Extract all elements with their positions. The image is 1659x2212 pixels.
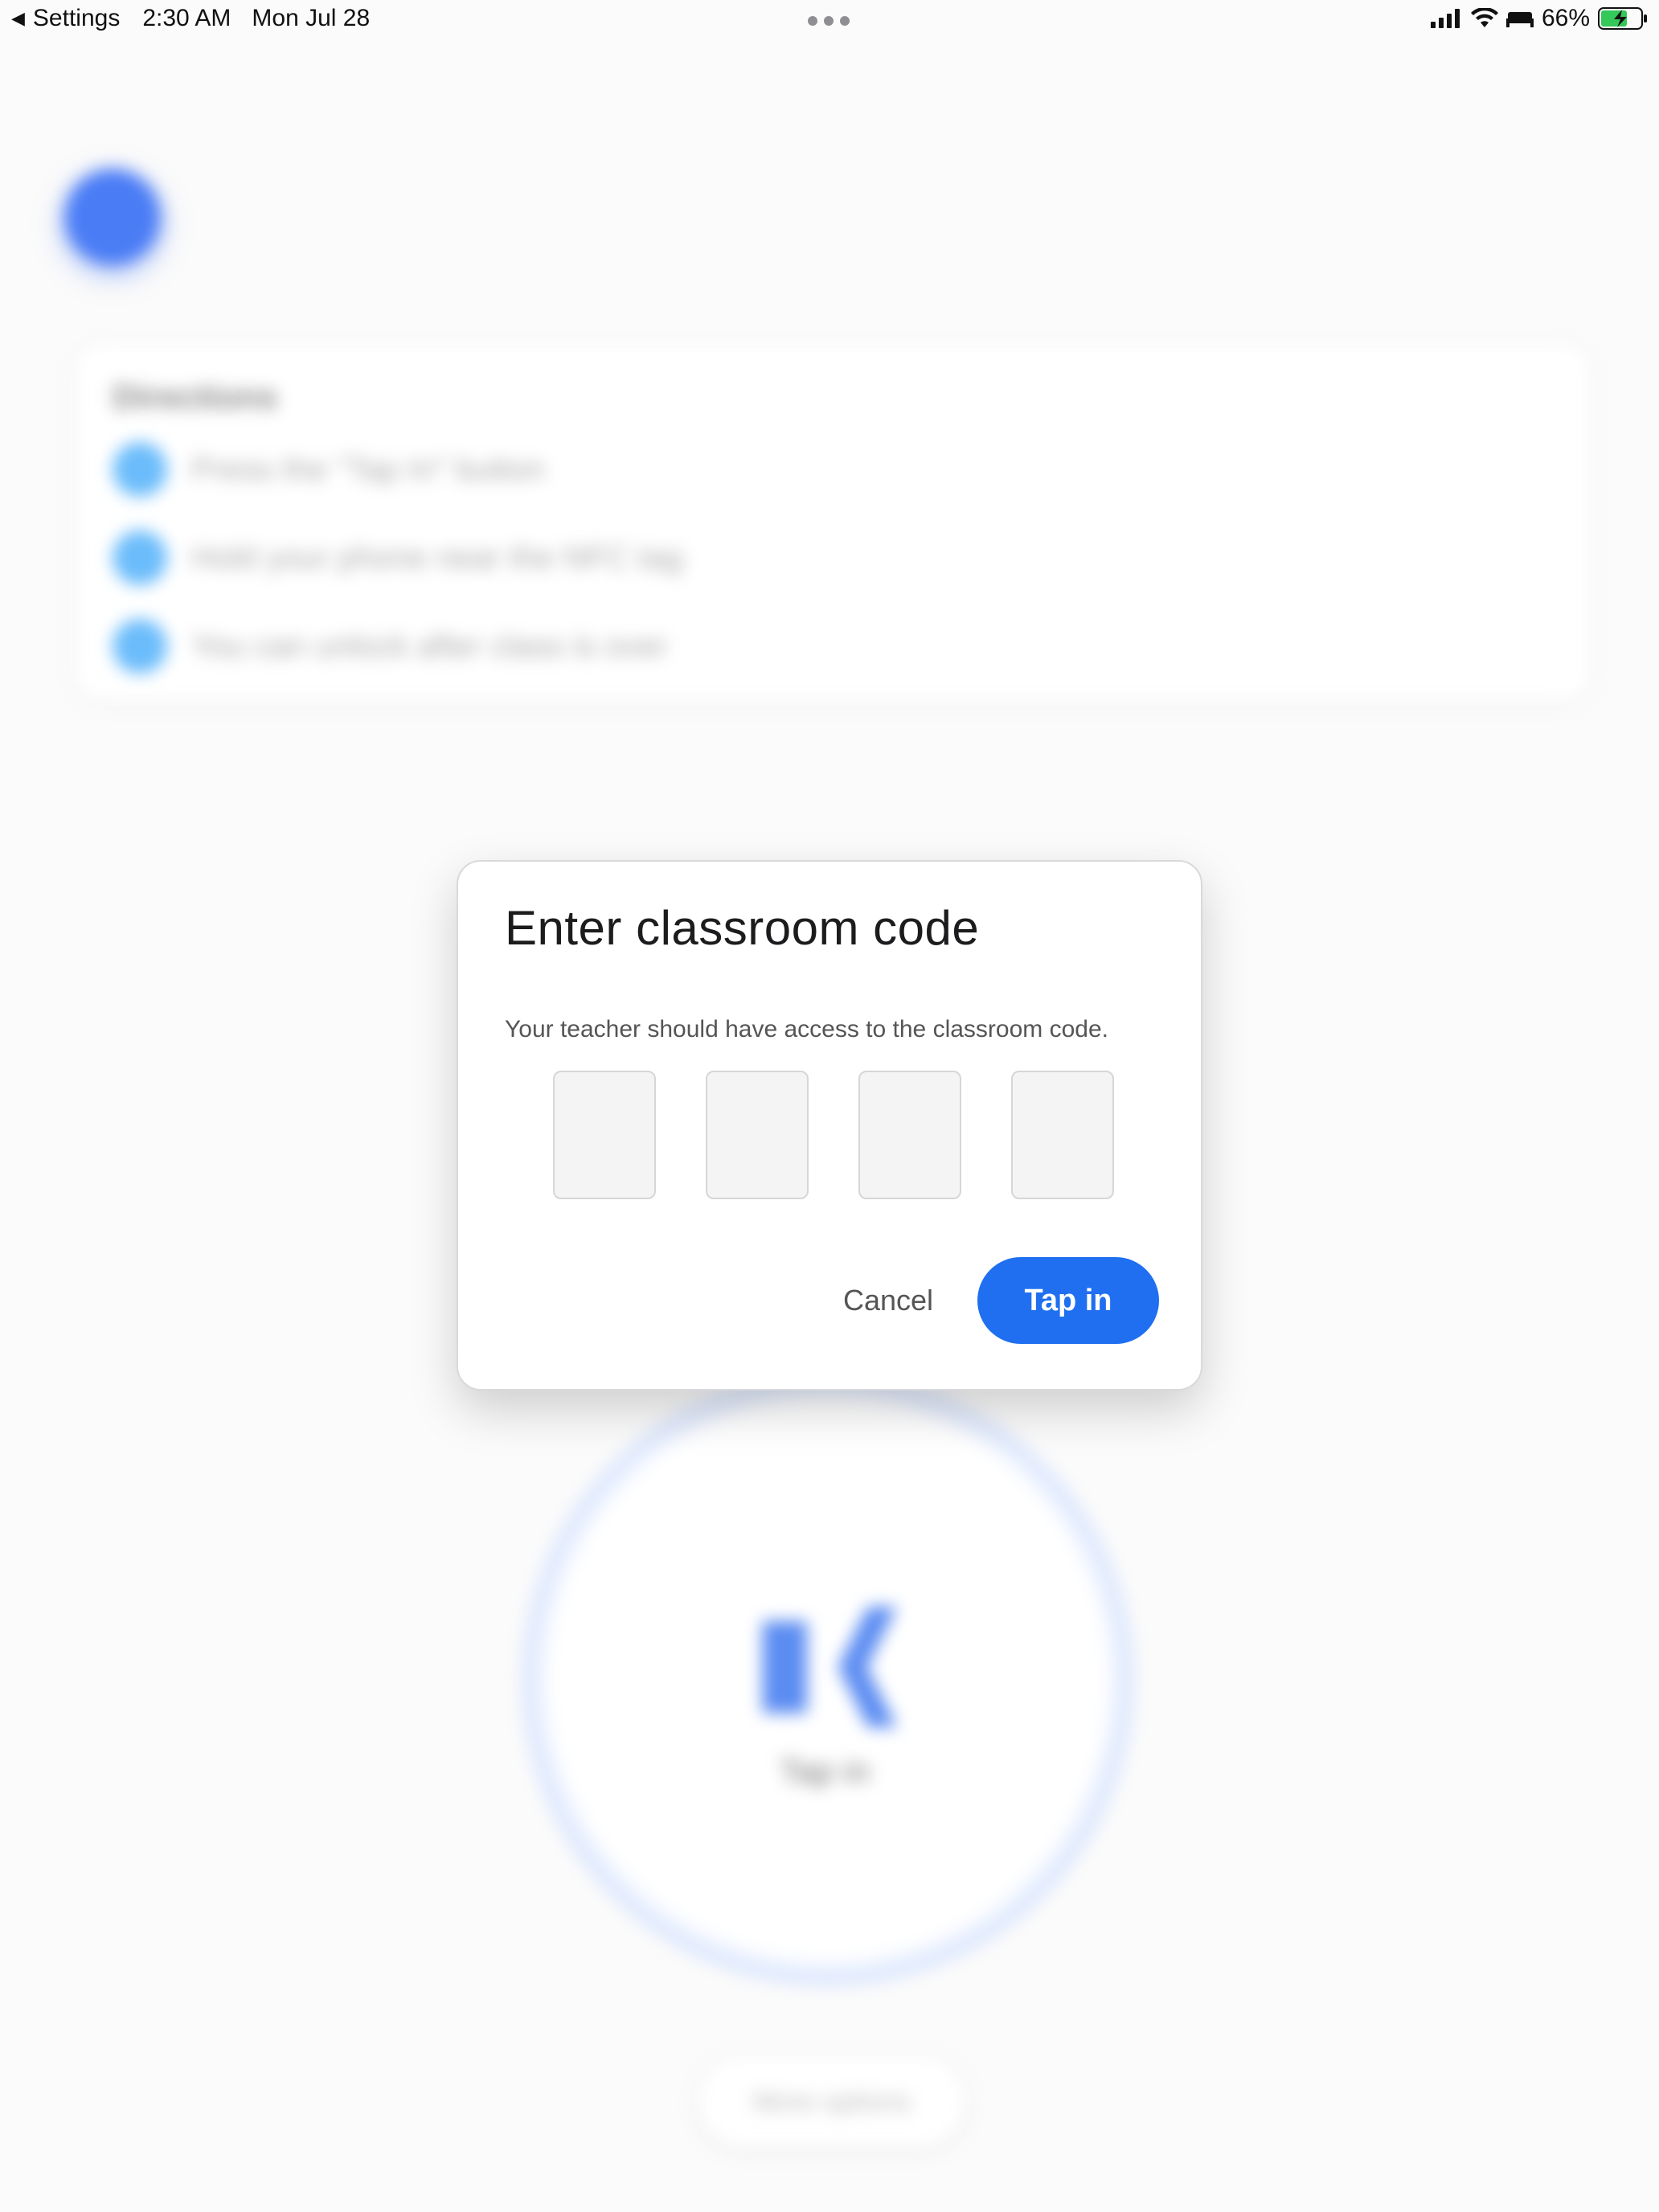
status-bar-left: ◀ Settings 2:30 AM Mon Jul 28 bbox=[11, 5, 370, 32]
tap-in-button[interactable]: Tap in bbox=[977, 1257, 1159, 1344]
classroom-code-dialog: Enter classroom code Your teacher should… bbox=[457, 860, 1202, 1391]
status-bar: ◀ Settings 2:30 AM Mon Jul 28 66% bbox=[0, 0, 1659, 40]
battery-icon bbox=[1598, 7, 1647, 30]
tap-in-label: Tap in bbox=[780, 1752, 870, 1790]
back-arrow-icon[interactable]: ◀ bbox=[11, 8, 25, 29]
wifi-icon bbox=[1470, 8, 1498, 27]
nfc-tag-icon: ▮❰ bbox=[752, 1589, 920, 1724]
code-digit-2[interactable] bbox=[706, 1071, 809, 1199]
multitasking-dots-icon[interactable] bbox=[808, 16, 850, 26]
directions-row: You can unlock after class is over bbox=[113, 619, 667, 674]
code-digit-3[interactable] bbox=[858, 1071, 961, 1199]
directions-row-label: You can unlock after class is over bbox=[191, 628, 668, 664]
directions-row-label: Press the "Tap In" button bbox=[191, 451, 545, 487]
dot bbox=[808, 16, 817, 26]
code-input-row bbox=[553, 1071, 1114, 1199]
status-bar-right: 66% bbox=[1430, 5, 1648, 32]
app-logo bbox=[64, 169, 161, 265]
status-time: 2:30 AM bbox=[142, 5, 231, 31]
sleep-icon bbox=[1505, 12, 1534, 27]
directions-card: Directions Press the "Tap In" button Hol… bbox=[77, 346, 1588, 699]
directions-row: Press the "Tap In" button bbox=[113, 442, 545, 497]
signal-icon bbox=[1430, 9, 1460, 28]
back-to-settings-link[interactable]: Settings bbox=[33, 5, 120, 32]
dot bbox=[824, 16, 834, 26]
dialog-subtitle: Your teacher should have access to the c… bbox=[505, 1016, 1108, 1043]
step-icon bbox=[113, 442, 167, 497]
directions-title: Directions bbox=[113, 378, 278, 416]
directions-row-label: Hold your phone near the NFC tag bbox=[191, 539, 683, 576]
step-icon bbox=[113, 619, 167, 674]
code-digit-4[interactable] bbox=[1011, 1071, 1114, 1199]
directions-row: Hold your phone near the NFC tag bbox=[113, 530, 682, 585]
more-options-button[interactable]: More options bbox=[699, 2058, 965, 2146]
app-screen: ◀ Settings 2:30 AM Mon Jul 28 66% Direct… bbox=[0, 0, 1659, 2212]
step-icon bbox=[113, 530, 167, 585]
battery-percent: 66% bbox=[1541, 5, 1590, 31]
status-date: Mon Jul 28 bbox=[252, 5, 371, 31]
dialog-title: Enter classroom code bbox=[505, 901, 980, 955]
code-digit-1[interactable] bbox=[553, 1071, 656, 1199]
cancel-button[interactable]: Cancel bbox=[804, 1257, 973, 1344]
dot bbox=[840, 16, 850, 26]
